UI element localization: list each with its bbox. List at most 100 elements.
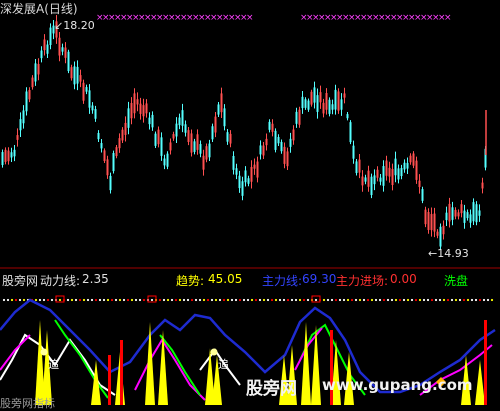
candle-body bbox=[466, 212, 469, 219]
candle-body bbox=[331, 104, 334, 110]
candle-body bbox=[403, 162, 406, 170]
candle-body bbox=[229, 133, 232, 144]
indicator-header: 股旁网 动力线: 2.35 趋势: 45.05 主力线: 69.30 主力进场:… bbox=[0, 269, 500, 289]
signal-dot bbox=[38, 298, 42, 302]
signal-dot bbox=[306, 298, 310, 302]
signal-dot bbox=[490, 298, 494, 302]
candle-body bbox=[10, 152, 13, 158]
candle-body bbox=[169, 142, 172, 151]
watermark-cn: 股旁网 bbox=[246, 379, 297, 399]
signal-dot bbox=[482, 298, 486, 302]
signal-dot bbox=[78, 298, 82, 302]
signal-dot bbox=[386, 298, 390, 302]
candle-body bbox=[181, 110, 184, 126]
candle-body bbox=[349, 122, 352, 143]
candle-body bbox=[22, 110, 25, 124]
signal-dot bbox=[182, 298, 186, 302]
signal-dot bbox=[314, 298, 318, 302]
candle-body bbox=[346, 114, 349, 119]
candle-body bbox=[406, 162, 409, 169]
candle-body bbox=[58, 37, 61, 56]
signal-dot bbox=[298, 298, 302, 302]
candle-body bbox=[67, 51, 70, 72]
signal-dot bbox=[82, 298, 86, 302]
signal-dot bbox=[418, 298, 422, 302]
candle-body bbox=[415, 160, 418, 180]
signal-dot bbox=[278, 298, 282, 302]
candle-body bbox=[130, 103, 133, 119]
candle-body bbox=[253, 164, 256, 169]
candle-body bbox=[217, 104, 220, 115]
candle-body bbox=[178, 117, 181, 126]
signal-dot bbox=[134, 298, 138, 302]
candle-body bbox=[292, 129, 295, 141]
candle-body bbox=[379, 177, 382, 182]
candle-body bbox=[223, 108, 226, 127]
candle-body bbox=[250, 167, 253, 182]
candle-body bbox=[328, 99, 331, 114]
candle-body bbox=[358, 159, 361, 173]
signal-dot bbox=[110, 298, 114, 302]
candle-body bbox=[85, 87, 88, 92]
signal-dot bbox=[406, 298, 410, 302]
candle-body bbox=[343, 93, 346, 98]
candle-body bbox=[127, 108, 130, 128]
candle-body bbox=[295, 111, 298, 124]
candle-body bbox=[103, 150, 106, 162]
signal-dot bbox=[198, 298, 202, 302]
candle-body bbox=[145, 103, 148, 114]
candle-body bbox=[442, 225, 445, 235]
signal-dot bbox=[402, 298, 406, 302]
main-force-line-value: 69.30 bbox=[302, 272, 337, 286]
candlestick-series bbox=[1, 15, 487, 250]
signal-dot bbox=[450, 298, 454, 302]
signal-dot bbox=[218, 298, 222, 302]
signal-dot bbox=[98, 298, 102, 302]
candle-body bbox=[463, 210, 466, 223]
candle-body bbox=[4, 149, 7, 162]
candle-body bbox=[430, 214, 433, 231]
candle-body bbox=[208, 143, 211, 158]
candle-body bbox=[436, 231, 439, 236]
signal-dot bbox=[390, 298, 394, 302]
candle-body bbox=[205, 146, 208, 160]
candle-body bbox=[472, 202, 475, 222]
candle-body bbox=[73, 66, 76, 85]
candle-body bbox=[298, 109, 301, 125]
candle-body bbox=[220, 93, 223, 113]
candle-body bbox=[274, 130, 277, 150]
signal-dot bbox=[138, 298, 142, 302]
low-price-label: ←14.93 bbox=[428, 247, 469, 260]
signal-dot bbox=[302, 298, 306, 302]
candle-body bbox=[457, 212, 460, 217]
signal-dot bbox=[130, 298, 134, 302]
signal-dot bbox=[86, 298, 90, 302]
candle-body bbox=[247, 178, 250, 184]
candle-body bbox=[475, 204, 478, 223]
signal-dot bbox=[150, 298, 154, 302]
candle-body bbox=[28, 90, 31, 100]
candle-body bbox=[79, 75, 82, 82]
entry-bar bbox=[484, 320, 487, 405]
candle-body bbox=[268, 121, 271, 130]
signal-dot bbox=[94, 298, 98, 302]
candle-body bbox=[259, 145, 262, 155]
wash-label: 洗盘 bbox=[444, 274, 469, 288]
signal-dot bbox=[442, 298, 446, 302]
candle-body bbox=[478, 210, 481, 216]
candle-body bbox=[211, 126, 214, 140]
candle-body bbox=[370, 176, 373, 196]
candle-body bbox=[196, 134, 199, 150]
signal-dot bbox=[14, 298, 18, 302]
signal-dot bbox=[174, 298, 178, 302]
signal-dot bbox=[474, 298, 478, 302]
candle-body bbox=[418, 180, 421, 188]
signal-dot bbox=[274, 298, 278, 302]
candle-body bbox=[367, 170, 370, 187]
candle-body bbox=[226, 132, 229, 142]
candle-body bbox=[199, 144, 202, 154]
power-line-segment bbox=[54, 319, 109, 399]
candle-body bbox=[394, 158, 397, 176]
candle-body bbox=[97, 132, 100, 140]
signal-dot bbox=[374, 298, 378, 302]
